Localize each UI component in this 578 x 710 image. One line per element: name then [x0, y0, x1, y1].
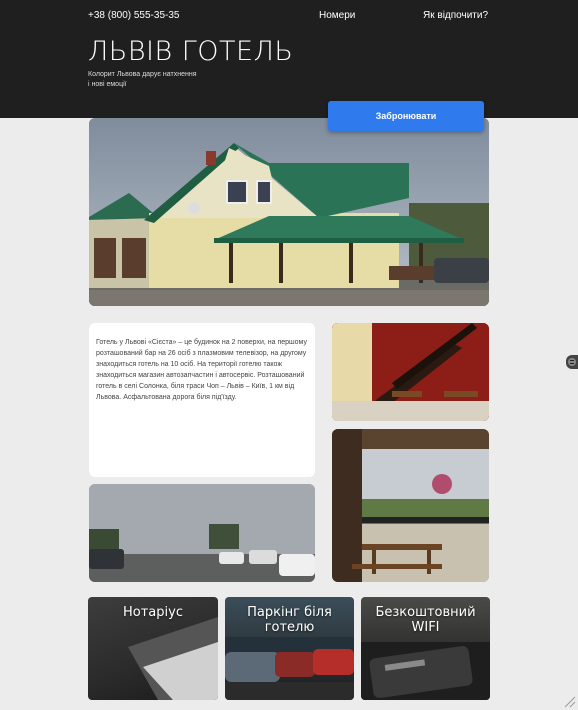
page-title: ЛЬВІВ ГОТЕЛЬ	[88, 36, 294, 67]
feature-title-wifi: Безкоштовний WIFI	[375, 605, 476, 635]
nav-link-rest[interactable]: Як відпочити?	[423, 10, 488, 21]
phone-link[interactable]: +38 (800) 555-35-35	[88, 10, 179, 21]
hotel-photo	[89, 118, 489, 306]
grip-icon	[568, 358, 576, 366]
feature-title-notary: Нотаріус	[123, 605, 183, 620]
feature-card-wifi[interactable]: Безкоштовний WIFI	[361, 597, 490, 700]
bar-interior-photo	[332, 323, 489, 421]
feature-title-parking: Паркінг біля готелю	[247, 605, 332, 635]
terrace-illustration	[332, 429, 489, 582]
resize-grip-icon[interactable]	[562, 694, 576, 708]
side-scroll-handle[interactable]	[566, 355, 578, 369]
about-card: Готель у Львові «Сієста» – це будинок на…	[89, 323, 315, 477]
hotel-illustration	[89, 118, 489, 306]
parking-illustration	[89, 484, 315, 582]
bar-illustration	[332, 323, 489, 421]
feature-card-notary[interactable]: Нотаріус	[88, 597, 218, 700]
nav-link-rooms[interactable]: Номери	[319, 10, 355, 21]
page-subtitle: Колорит Львова дарує натхнення і нові ем…	[88, 71, 197, 88]
parking-photo	[89, 484, 315, 582]
book-button[interactable]: Забронювати	[328, 101, 484, 131]
about-text: Готель у Львові «Сієста» – це будинок на…	[96, 339, 307, 401]
site-header: +38 (800) 555-35-35 Номери Як відпочити?…	[0, 0, 578, 118]
terrace-photo	[332, 429, 489, 582]
feature-card-parking[interactable]: Паркінг біля готелю	[225, 597, 354, 700]
